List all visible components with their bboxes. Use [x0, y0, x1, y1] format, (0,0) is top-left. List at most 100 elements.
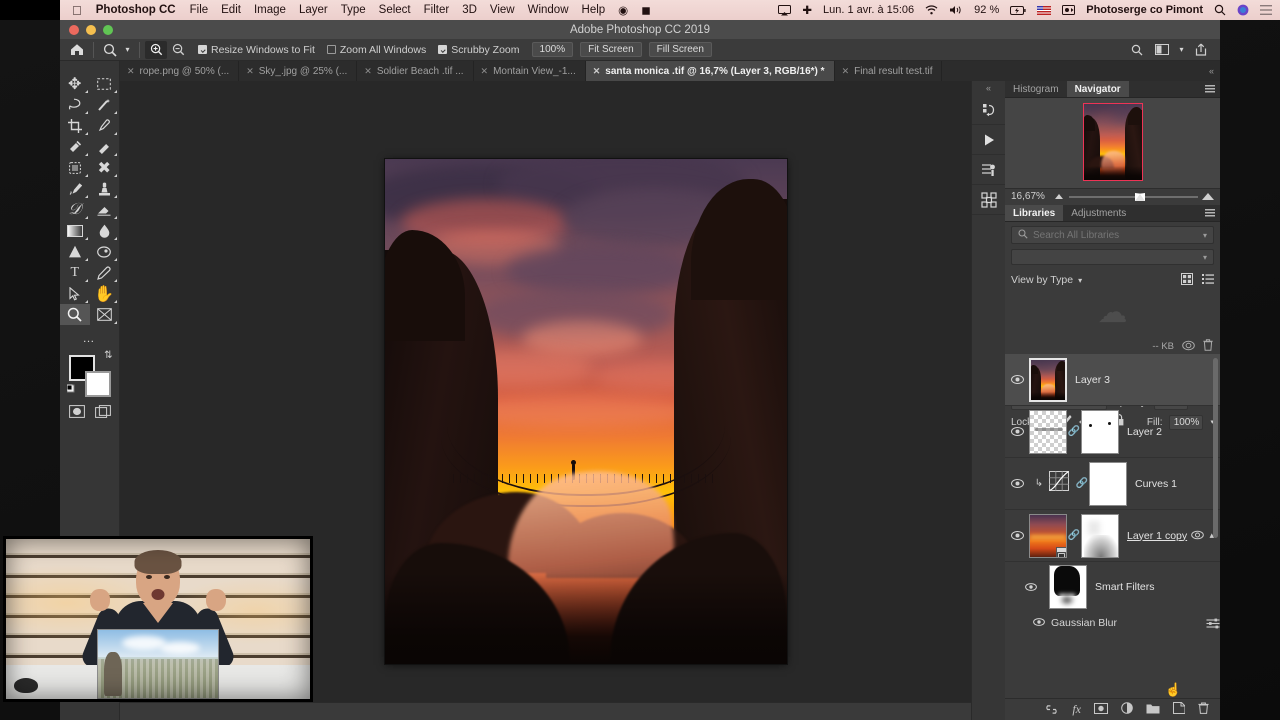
checkbox-box[interactable] [438, 45, 447, 54]
layers-panel-footer[interactable]: fx [1005, 698, 1220, 720]
navigator-panel-header[interactable]: Histogram Navigator [1005, 81, 1220, 98]
smart-filter-gaussian-blur-row[interactable]: Gaussian Blur [1005, 612, 1220, 634]
panel-menu-icon[interactable] [1205, 205, 1220, 221]
menu-item-view[interactable]: View [490, 4, 515, 16]
library-search-field[interactable]: ▾ [1011, 226, 1214, 244]
workspace-switcher-icon[interactable] [1151, 41, 1173, 59]
search-icon[interactable] [1214, 4, 1226, 16]
menu-item-image[interactable]: Image [254, 4, 286, 16]
trash-icon[interactable] [1203, 339, 1213, 354]
layer-name[interactable]: Layer 2 [1127, 426, 1162, 438]
layer-visibility-toggle[interactable] [1005, 479, 1029, 488]
list-view-icon[interactable] [1202, 273, 1214, 288]
layer-visibility-toggle[interactable] [1005, 531, 1029, 540]
patch-tool[interactable] [60, 157, 90, 178]
zoom-in-button[interactable] [145, 41, 167, 59]
battery-charging-icon[interactable] [1010, 6, 1026, 15]
library-view-options[interactable]: View by Type ▾ [1005, 269, 1220, 291]
share-icon[interactable] [1190, 41, 1212, 59]
close-tab-icon[interactable]: ✕ [481, 66, 489, 77]
close-tab-icon[interactable]: ✕ [593, 66, 601, 77]
smart-filter-mask-thumbnail[interactable] [1049, 565, 1087, 609]
layer-row-layer-1-copy[interactable]: 🔗 Layer 1 copy ▴ [1005, 510, 1220, 562]
document-tab[interactable]: ✕Final result test.tif [835, 61, 943, 81]
clone-stamp-tool[interactable] [90, 178, 120, 199]
document-tab[interactable]: ✕Soldier Beach .tif ... [357, 61, 473, 81]
zoom-tool[interactable] [60, 304, 90, 325]
tab-navigator[interactable]: Navigator [1067, 81, 1129, 97]
wifi-icon[interactable] [925, 5, 938, 15]
pen-tool-freeform[interactable] [90, 241, 120, 262]
siri-icon[interactable] [1237, 4, 1249, 16]
smart-filter-visibility-icon[interactable] [1191, 527, 1204, 545]
menu-item-window[interactable]: Window [528, 4, 569, 16]
search-input[interactable] [1033, 230, 1198, 241]
layer-row-layer-2[interactable]: 🔗 Layer 2 [1005, 406, 1220, 458]
close-tab-icon[interactable]: ✕ [842, 66, 850, 77]
gradient-tool[interactable] [60, 220, 90, 241]
layer-visibility-toggle[interactable] [1005, 427, 1029, 436]
hand-tool[interactable]: ✋ [90, 283, 120, 304]
tool-preset-chevron-icon[interactable]: ▾ [121, 41, 134, 59]
eraser-tool[interactable] [90, 199, 120, 220]
menu-datetime[interactable]: Lun. 1 avr. à 15:06 [823, 4, 914, 16]
zoom-100-button[interactable]: 100% [532, 42, 574, 57]
document-tab-bar[interactable]: ✕rope.png @ 50% (... ✕Sky_.jpg @ 25% (..… [120, 61, 1220, 81]
checkbox-box[interactable] [327, 45, 336, 54]
document-tab[interactable]: ✕rope.png @ 50% (... [120, 61, 239, 81]
menu-item-file[interactable]: File [190, 4, 209, 16]
zoom-out-small-icon[interactable] [1055, 194, 1063, 199]
menu-item-filter[interactable]: Filter [424, 4, 450, 16]
color-swatches[interactable]: ⇅ [67, 353, 113, 397]
layer-style-fx-icon[interactable]: fx [1072, 702, 1081, 717]
view-by-type-label[interactable]: View by Type [1011, 274, 1073, 286]
screen-mode-icon[interactable] [95, 405, 111, 423]
zoom-in-large-icon[interactable] [1202, 193, 1214, 200]
menu-item-3d[interactable]: 3D [462, 4, 477, 16]
close-tab-icon[interactable]: ✕ [364, 66, 372, 77]
artboard-tool[interactable] [90, 304, 120, 325]
layer-thumbnail[interactable] [1029, 514, 1067, 558]
spot-healing-brush-tool[interactable] [60, 136, 90, 157]
clone-source-cross-tool[interactable]: ✖ [90, 157, 120, 178]
layer-name[interactable]: Curves 1 [1135, 478, 1177, 490]
new-group-icon[interactable] [1146, 701, 1160, 719]
brush-tool-secondary[interactable] [90, 136, 120, 157]
zoom-out-button[interactable] [167, 41, 189, 59]
path-selection-tool[interactable] [60, 283, 90, 304]
layer-name[interactable]: Layer 1 copy [1127, 530, 1187, 542]
zoom-slider-thumb[interactable] [1135, 193, 1145, 201]
chevron-down-icon[interactable]: ▾ [1176, 41, 1187, 59]
history-icon[interactable] [972, 95, 1005, 125]
link-mask-icon[interactable]: 🔗 [1075, 478, 1089, 489]
fit-screen-button[interactable]: Fit Screen [580, 42, 642, 57]
resize-windows-to-fit-checkbox[interactable]: Resize Windows to Fit [198, 44, 315, 56]
cloud-sync-icon[interactable] [1182, 340, 1195, 354]
tabbar-collapse-icon[interactable]: « [1203, 61, 1220, 81]
zoom-all-windows-checkbox[interactable]: Zoom All Windows [327, 44, 426, 56]
curves-icon[interactable] [1049, 471, 1069, 496]
tab-histogram[interactable]: Histogram [1005, 81, 1067, 97]
libraries-footer[interactable]: -- KB [1005, 339, 1220, 354]
rectangular-marquee-tool[interactable] [90, 73, 120, 94]
chevron-down-icon[interactable]: ▾ [1078, 276, 1082, 285]
smart-filters-visibility-toggle[interactable] [1019, 583, 1043, 591]
lasso-tool[interactable] [60, 94, 90, 115]
volume-icon[interactable] [949, 5, 963, 15]
menu-item-layer[interactable]: Layer [299, 4, 328, 16]
document-tab[interactable]: ✕Sky_.jpg @ 25% (... [239, 61, 357, 81]
new-layer-icon[interactable] [1173, 701, 1185, 719]
sync-icon[interactable]: ◼ [641, 3, 651, 17]
navigator-zoom-bar[interactable]: 16,67% [1005, 188, 1220, 204]
chevron-down-icon[interactable]: ▾ [1203, 231, 1207, 240]
home-icon[interactable] [66, 41, 88, 59]
pen-tool[interactable] [90, 262, 120, 283]
document-canvas[interactable] [385, 159, 787, 664]
eyedropper-tool[interactable] [90, 115, 120, 136]
actions-play-icon[interactable] [972, 125, 1005, 155]
document-tab[interactable]: ✕Montain View_-1... [474, 61, 586, 81]
link-mask-icon[interactable]: 🔗 [1067, 530, 1081, 541]
layer-thumbnail[interactable] [1029, 358, 1067, 402]
layer-visibility-toggle[interactable] [1005, 375, 1029, 384]
layer-row-curves-1[interactable]: ↳ 🔗 Curves 1 [1005, 458, 1220, 510]
